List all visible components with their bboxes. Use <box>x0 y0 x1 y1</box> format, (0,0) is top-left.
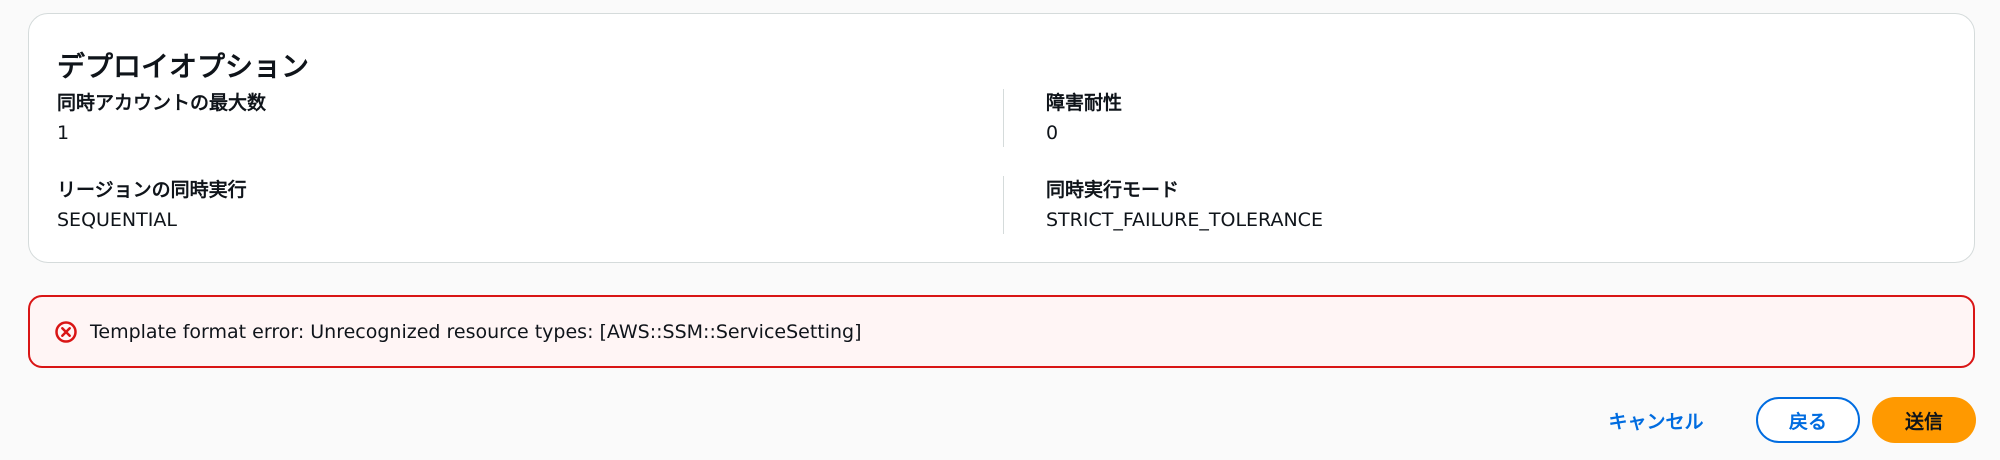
failure-tolerance-label: 障害耐性 <box>1046 92 1123 114</box>
column-divider <box>1003 176 1004 234</box>
error-x-circle-icon <box>55 320 77 343</box>
submit-button[interactable]: 送信 <box>1872 397 1976 443</box>
region-concurrency-field: リージョンの同時実行 SEQUENTIAL <box>57 178 757 232</box>
card-title: デプロイオプション <box>57 50 310 83</box>
deploy-options-card: デプロイオプション 同時アカウントの最大数 1 障害耐性 0 リージョンの同時実… <box>28 13 1975 263</box>
concurrency-mode-label: 同時実行モード <box>1046 179 1180 201</box>
column-divider <box>1003 89 1004 147</box>
back-button[interactable]: 戻る <box>1756 397 1860 443</box>
cancel-button[interactable]: キャンセル <box>1596 404 1716 436</box>
error-alert: Template format error: Unrecognized reso… <box>28 295 1975 368</box>
concurrency-mode-field: 同時実行モード STRICT_FAILURE_TOLERANCE <box>1046 178 1746 232</box>
max-concurrent-accounts-field: 同時アカウントの最大数 1 <box>57 91 757 145</box>
failure-tolerance-value: 0 <box>1046 122 1059 144</box>
failure-tolerance-field: 障害耐性 0 <box>1046 91 1746 145</box>
max-concurrent-accounts-value: 1 <box>57 122 70 144</box>
max-concurrent-accounts-label: 同時アカウントの最大数 <box>57 92 267 114</box>
region-concurrency-value: SEQUENTIAL <box>57 209 177 231</box>
concurrency-mode-value: STRICT_FAILURE_TOLERANCE <box>1046 209 1323 231</box>
region-concurrency-label: リージョンの同時実行 <box>57 179 247 201</box>
error-message: Template format error: Unrecognized reso… <box>90 320 862 343</box>
